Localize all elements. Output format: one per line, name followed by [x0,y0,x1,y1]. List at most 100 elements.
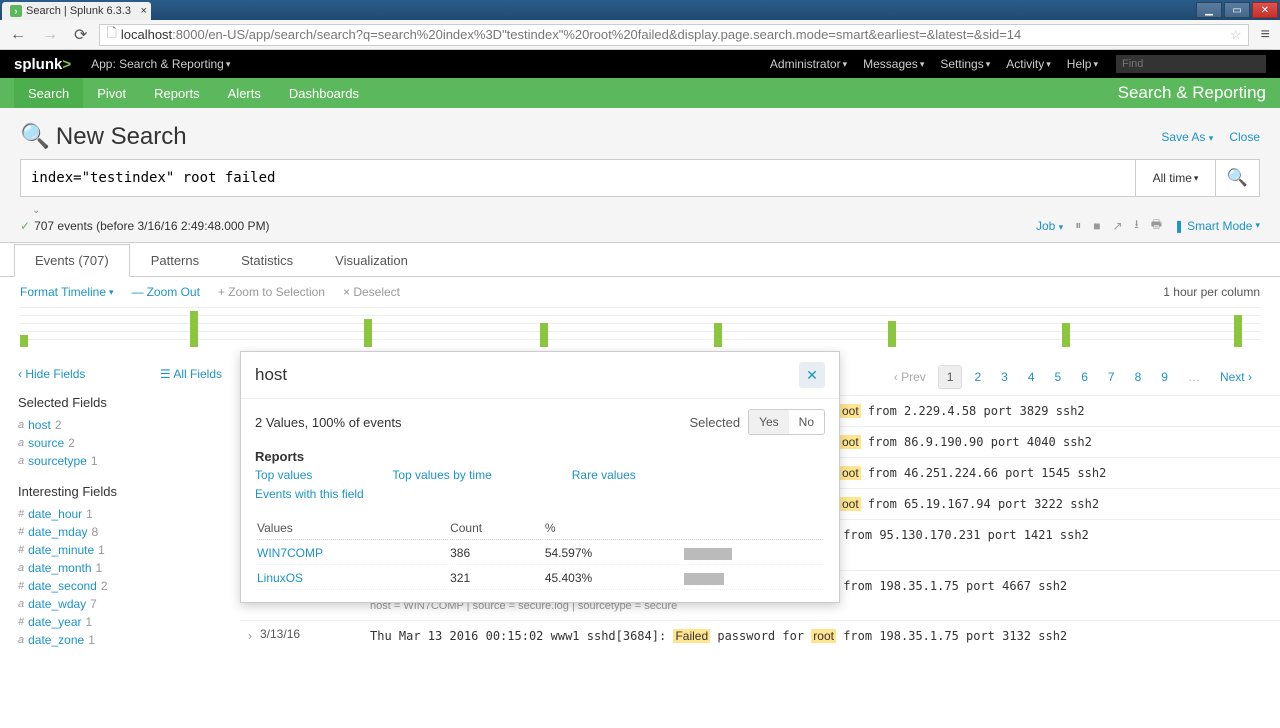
page-7[interactable]: 7 [1100,366,1123,388]
timeline-bar[interactable] [888,321,896,347]
reports-heading: Reports [255,449,825,464]
report-top-by-time[interactable]: Top values by time [392,468,491,482]
menu-settings[interactable]: Settings ▾ [932,57,998,71]
menu-help[interactable]: Help ▾ [1059,57,1106,71]
print-icon[interactable]: 🖶 [1151,215,1162,236]
report-top-values[interactable]: Top values [255,468,312,482]
report-rare[interactable]: Rare values [572,468,636,482]
page-next[interactable]: Next › [1212,366,1260,388]
find-input[interactable] [1116,55,1266,73]
timeline-bar[interactable] [540,323,548,347]
window-maximize-icon[interactable]: ▭ [1224,2,1250,18]
timeline-bar[interactable] [714,323,722,347]
timeline-bar[interactable] [1062,323,1070,347]
window-minimize-icon[interactable]: ▁ [1196,2,1222,18]
app-title: Search & Reporting [1118,83,1266,103]
timeline-bar[interactable] [1234,315,1242,347]
menu-administrator[interactable]: Administrator ▾ [762,57,855,71]
timeline-bar[interactable] [20,335,28,347]
selected-yes[interactable]: Yes [749,410,789,434]
field-row[interactable]: a date_wday 7 [18,595,222,613]
nav-reload-icon[interactable]: ⟳ [70,25,91,45]
page-9[interactable]: 9 [1153,366,1176,388]
url-field[interactable]: 🗋 localhost:8000/en-US/app/search/search… [99,24,1248,46]
nav-back-icon[interactable]: ← [6,26,30,44]
download-icon[interactable]: ⭳ [1135,215,1139,236]
nav-alerts[interactable]: Alerts [214,78,275,108]
tab-events[interactable]: Events (707) [14,244,130,277]
page-prev[interactable]: ‹ Prev [886,366,934,388]
time-picker[interactable]: All time ▾ [1136,159,1216,197]
search-mode[interactable]: ❚ Smart Mode ▾ [1174,219,1260,233]
fields-sidebar: ‹ Hide Fields ☰ All Fields Selected Fiel… [0,355,240,661]
deselect: × Deselect [343,285,400,299]
app-nav: Search Pivot Reports Alerts Dashboards S… [0,78,1280,108]
hide-fields[interactable]: ‹ Hide Fields [18,367,85,381]
tab-visualization[interactable]: Visualization [314,244,429,277]
timeline-bar[interactable] [364,319,372,347]
popup-close-icon[interactable]: ✕ [799,362,825,388]
field-row[interactable]: a source 2 [18,434,222,452]
share-icon[interactable]: ↗ [1112,219,1122,233]
format-timeline[interactable]: Format Timeline ▾ [20,285,114,299]
field-row[interactable]: # date_minute 1 [18,541,222,559]
field-row[interactable]: # date_mday 8 [18,523,222,541]
page-6[interactable]: 6 [1073,366,1096,388]
field-row[interactable]: # date_hour 1 [18,505,222,523]
event-row: oot from 46.251.224.66 port 1545 ssh2 [840,457,1280,488]
selected-no[interactable]: No [789,410,824,434]
pause-icon[interactable]: ⏸ [1075,218,1081,233]
page-8[interactable]: 8 [1127,366,1150,388]
values-table: Values Count % WIN7COMP38654.597%LinuxOS… [255,515,825,592]
zoom-out[interactable]: — Zoom Out [132,285,200,299]
field-row[interactable]: # date_year 1 [18,613,222,631]
timeline-scale: 1 hour per column [1163,285,1260,299]
nav-reports[interactable]: Reports [140,78,214,108]
search-button[interactable]: 🔍 [1216,159,1260,197]
menu-activity[interactable]: Activity ▾ [998,57,1059,71]
page-ellipsis: … [1180,366,1208,388]
value-row[interactable]: LinuxOS32145.403% [257,567,823,590]
field-row[interactable]: a date_zone 1 [18,631,222,649]
page-1[interactable]: 1 [938,365,963,389]
field-row[interactable]: # date_second 2 [18,577,222,595]
menu-messages[interactable]: Messages ▾ [855,57,932,71]
search-input[interactable] [20,159,1136,197]
selected-label: Selected [689,415,740,430]
window-close-icon[interactable]: ✕ [1252,2,1278,18]
all-fields[interactable]: ☰ All Fields [160,367,222,381]
close-button[interactable]: Close [1229,130,1260,144]
browser-tab[interactable]: › Search | Splunk 6.3.3 × [2,2,151,20]
expand-icon[interactable]: › [240,627,260,645]
event-row: › 3/13/16 Thu Mar 13 2016 00:15:02 www1 … [240,620,1280,651]
field-row[interactable]: a date_month 1 [18,559,222,577]
page-5[interactable]: 5 [1047,366,1070,388]
report-events-with[interactable]: Events with this field [255,487,364,501]
address-bar: ← → ⟳ 🗋 localhost:8000/en-US/app/search/… [0,20,1280,50]
timeline-bar[interactable] [190,311,198,347]
field-row[interactable]: a host 2 [18,416,222,434]
chrome-menu-icon[interactable]: ≡ [1257,26,1274,44]
field-popup: host ✕ 2 Values, 100% of events Selected… [240,351,840,603]
page-2[interactable]: 2 [966,366,989,388]
stop-icon[interactable]: ■ [1093,219,1100,233]
value-row[interactable]: WIN7COMP38654.597% [257,542,823,565]
page-3[interactable]: 3 [993,366,1016,388]
tab-statistics[interactable]: Statistics [220,244,314,277]
timeline-chart[interactable] [20,307,1260,347]
window-titlebar: › Search | Splunk 6.3.3 × ▁ ▭ ✕ [0,0,1280,20]
assistant-caret-icon[interactable]: ⌄ [32,205,40,216]
tab-patterns[interactable]: Patterns [130,244,220,277]
page-4[interactable]: 4 [1020,366,1043,388]
star-icon[interactable]: ☆ [1230,27,1242,43]
job-menu[interactable]: Job ▾ [1036,219,1063,233]
save-as-button[interactable]: Save As ▾ [1161,130,1213,144]
nav-search[interactable]: Search [14,78,83,108]
nav-pivot[interactable]: Pivot [83,78,140,108]
tab-close-icon[interactable]: × [141,5,147,17]
zoom-selection: + Zoom to Selection [218,285,325,299]
nav-forward-icon[interactable]: → [38,26,62,44]
field-row[interactable]: a sourcetype 1 [18,452,222,470]
nav-dashboards[interactable]: Dashboards [275,78,373,108]
app-switcher[interactable]: App: Search & Reporting ▾ [83,57,238,71]
